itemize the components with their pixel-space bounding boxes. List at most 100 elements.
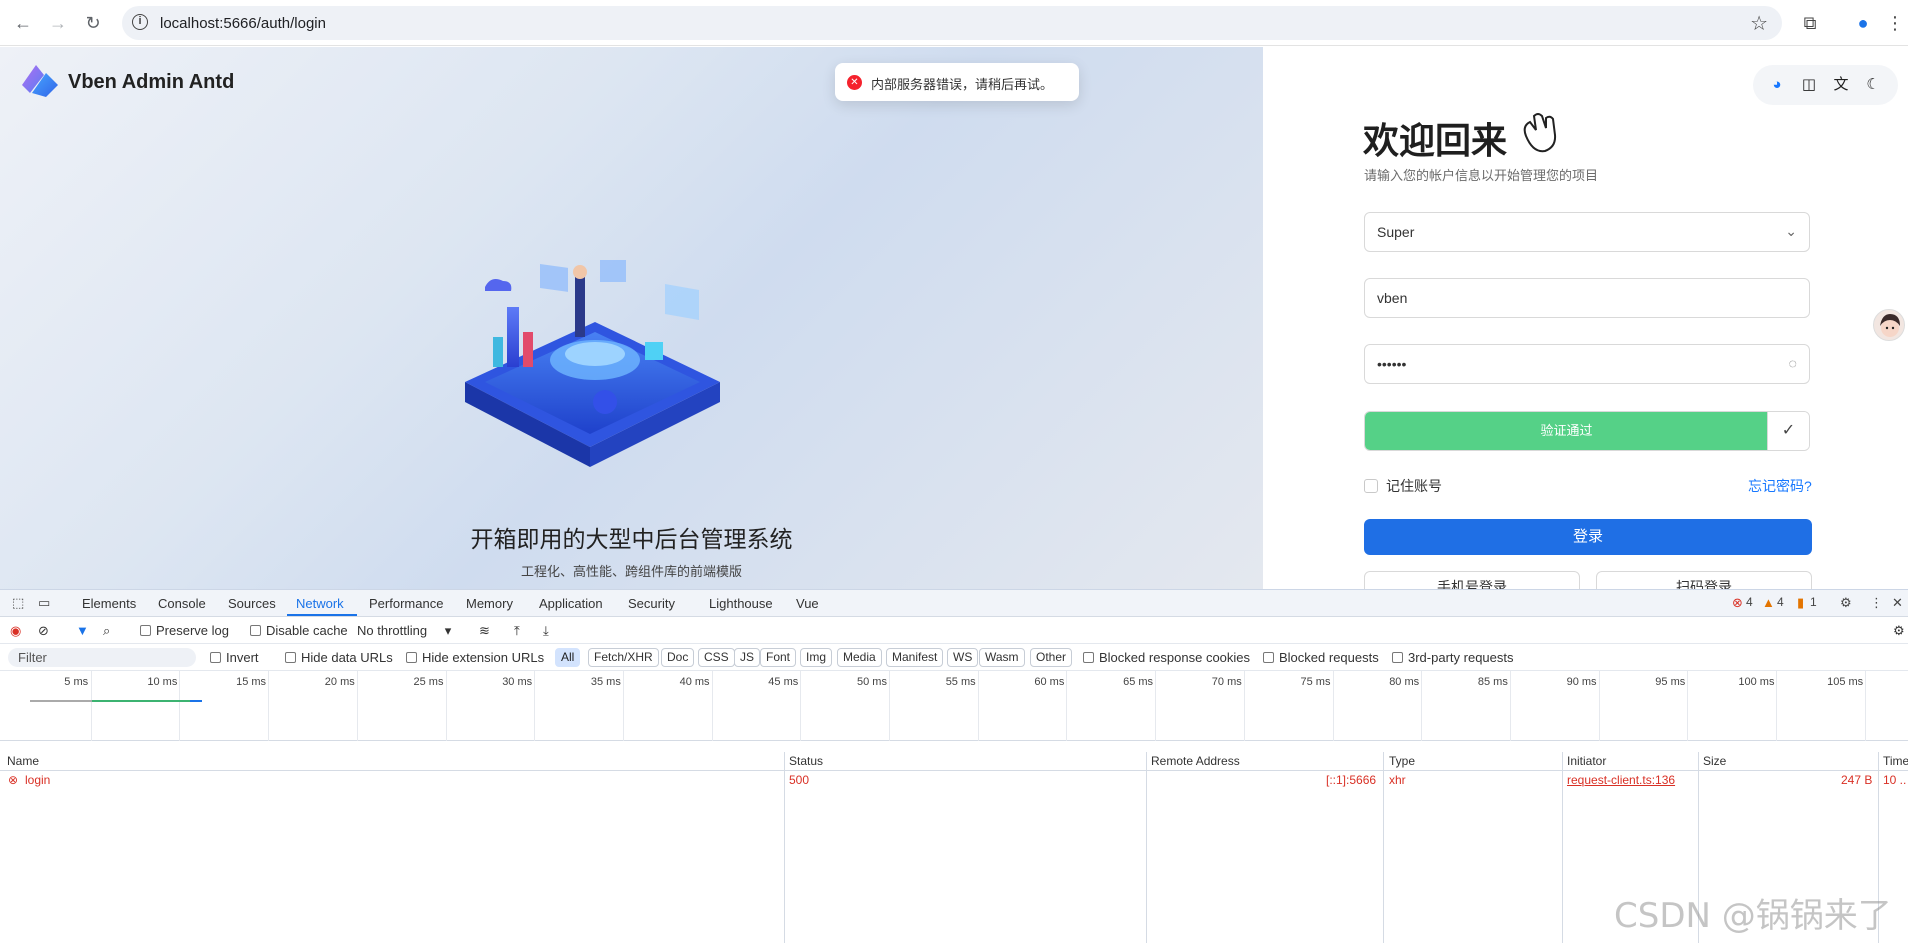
blocked-requests-checkbox[interactable]: Blocked requests bbox=[1263, 650, 1379, 665]
username-input[interactable]: vben bbox=[1364, 278, 1810, 318]
tab-vue[interactable]: Vue bbox=[796, 596, 819, 611]
devtools-more-icon[interactable]: ⋮ bbox=[1870, 595, 1883, 611]
tab-application[interactable]: Application bbox=[539, 596, 603, 611]
request-status: 500 bbox=[789, 773, 810, 787]
export-har-icon[interactable]: ⤓ bbox=[543, 623, 549, 639]
slider-captcha[interactable]: 验证通过 ✓ bbox=[1364, 411, 1810, 451]
login-button[interactable]: 登录 bbox=[1364, 519, 1812, 555]
type-filter-wasm[interactable]: Wasm bbox=[979, 648, 1025, 667]
preserve-log-checkbox[interactable]: Preserve log bbox=[140, 623, 229, 638]
inspect-element-icon[interactable]: ⬚ bbox=[12, 595, 24, 611]
type-filter-ws[interactable]: WS bbox=[947, 648, 979, 667]
account-select[interactable]: Super ⌄ bbox=[1364, 212, 1810, 252]
type-filter-doc[interactable]: Doc bbox=[661, 648, 695, 667]
tab-lighthouse[interactable]: Lighthouse bbox=[709, 596, 773, 611]
col-remote-address[interactable]: Remote Address bbox=[1151, 754, 1240, 768]
import-har-icon[interactable]: ⤒ bbox=[514, 623, 520, 639]
col-status[interactable]: Status bbox=[789, 754, 823, 768]
hide-data-urls-box[interactable] bbox=[285, 652, 296, 663]
tab-elements[interactable]: Elements bbox=[82, 596, 136, 611]
timeline-tick-label: 40 ms bbox=[679, 676, 710, 688]
clear-icon[interactable]: ⊘ bbox=[38, 623, 49, 639]
hide-data-urls-checkbox[interactable]: Hide data URLs bbox=[285, 650, 393, 665]
type-filter-js[interactable]: JS bbox=[734, 648, 761, 667]
filter-icon[interactable]: ▼ bbox=[76, 623, 89, 638]
third-party-box[interactable] bbox=[1392, 652, 1403, 663]
timeline-gridline bbox=[1776, 671, 1777, 741]
third-party-checkbox[interactable]: 3rd-party requests bbox=[1392, 650, 1514, 665]
col-initiator[interactable]: Initiator bbox=[1567, 754, 1606, 768]
palette-icon[interactable]: ◕ bbox=[1767, 75, 1787, 95]
address-bar[interactable]: i localhost:5666/auth/login ☆ bbox=[122, 6, 1782, 40]
tab-network[interactable]: Network bbox=[296, 596, 344, 611]
back-icon[interactable]: ← bbox=[10, 10, 36, 36]
record-icon[interactable]: ◉ bbox=[10, 623, 21, 639]
type-filter-media[interactable]: Media bbox=[837, 648, 882, 667]
disable-cache-box[interactable] bbox=[250, 625, 261, 636]
floating-avatar[interactable] bbox=[1873, 309, 1905, 341]
tab-console[interactable]: Console bbox=[158, 596, 206, 611]
toast-message: 内部服务器错误，请稍后再试。 bbox=[871, 77, 1054, 92]
type-filter-fetch[interactable]: Fetch/XHR bbox=[588, 648, 659, 667]
eye-off-icon[interactable]: ◌ bbox=[1789, 355, 1797, 371]
col-time[interactable]: Time bbox=[1883, 754, 1908, 768]
tab-performance[interactable]: Performance bbox=[369, 596, 443, 611]
request-initiator-link[interactable]: request-client.ts:136 bbox=[1567, 773, 1675, 787]
type-filter-manifest[interactable]: Manifest bbox=[886, 648, 944, 667]
blocked-cookies-box[interactable] bbox=[1083, 652, 1094, 663]
password-input[interactable]: •••••• ◌ bbox=[1364, 344, 1810, 384]
layout-icon[interactable]: ◫ bbox=[1799, 75, 1819, 95]
warning-count-icon[interactable]: ▲ bbox=[1762, 595, 1775, 610]
search-icon[interactable]: ⌕ bbox=[103, 623, 110, 639]
hide-ext-urls-box[interactable] bbox=[406, 652, 417, 663]
throttling-select[interactable]: No throttling ▾ bbox=[357, 623, 451, 639]
col-size[interactable]: Size bbox=[1703, 754, 1726, 768]
hide-ext-urls-checkbox[interactable]: Hide extension URLs bbox=[406, 650, 544, 665]
checkbox-box[interactable] bbox=[1364, 479, 1378, 493]
type-filter-img[interactable]: Img bbox=[800, 648, 833, 667]
invert-checkbox[interactable]: Invert bbox=[210, 650, 259, 665]
check-icon[interactable]: ✓ bbox=[1767, 412, 1809, 450]
menu-icon[interactable]: ⋮ bbox=[1882, 10, 1908, 36]
dark-mode-icon[interactable]: ☾ bbox=[1863, 75, 1883, 95]
login-page: Vben Admin Antd 开箱即用的大型中后台管理系统 工程化、高性能、跨… bbox=[0, 47, 1908, 589]
invert-box[interactable] bbox=[210, 652, 221, 663]
forgot-password-link[interactable]: 忘记密码? bbox=[1748, 476, 1812, 496]
col-name[interactable]: Name bbox=[7, 754, 39, 768]
csdn-watermark: CSDN @锅锅来了 bbox=[1614, 896, 1892, 936]
devtools-close-icon[interactable]: ✕ bbox=[1892, 595, 1903, 611]
tab-sources[interactable]: Sources bbox=[228, 596, 276, 611]
bookmark-star-icon[interactable]: ☆ bbox=[1750, 11, 1768, 36]
type-filter-css[interactable]: CSS bbox=[698, 648, 735, 667]
request-name[interactable]: login bbox=[25, 773, 50, 787]
remember-account-checkbox[interactable]: 记住账号 bbox=[1364, 476, 1442, 496]
issues-count-icon[interactable]: ▮ bbox=[1797, 595, 1804, 611]
site-info-icon[interactable]: i bbox=[132, 14, 148, 30]
tab-memory[interactable]: Memory bbox=[466, 596, 513, 611]
col-type[interactable]: Type bbox=[1389, 754, 1415, 768]
profile-icon[interactable]: ● bbox=[1850, 10, 1876, 36]
phone-login-button[interactable]: 手机号登录 bbox=[1364, 571, 1580, 589]
tab-security[interactable]: Security bbox=[628, 596, 675, 611]
extensions-icon[interactable]: ⧉ bbox=[1797, 10, 1823, 36]
network-timeline[interactable]: 5 ms 10 ms 15 ms 20 ms 25 ms 30 ms 35 ms 40 ms 4… bbox=[0, 671, 1908, 741]
type-filter-all[interactable]: All bbox=[555, 648, 581, 667]
type-filter-font[interactable]: Font bbox=[760, 648, 797, 667]
blocked-cookies-checkbox[interactable]: Blocked response cookies bbox=[1083, 650, 1250, 665]
network-settings-icon[interactable]: ⚙ bbox=[1893, 623, 1905, 639]
blocked-requests-box[interactable] bbox=[1263, 652, 1274, 663]
filter-input[interactable]: Filter bbox=[8, 648, 196, 667]
devtools-settings-icon[interactable]: ⚙ bbox=[1840, 595, 1852, 611]
reload-icon[interactable]: ↻ bbox=[80, 10, 106, 36]
type-filter-other[interactable]: Other bbox=[1030, 648, 1073, 667]
dashboard-illustration bbox=[465, 260, 720, 467]
error-count-icon[interactable]: ⊗ bbox=[1732, 595, 1743, 611]
forward-icon[interactable]: → bbox=[45, 10, 71, 36]
network-conditions-icon[interactable]: ≋ bbox=[479, 623, 490, 639]
qrcode-login-button[interactable]: 扫码登录 bbox=[1596, 571, 1812, 589]
translate-icon[interactable]: 文 bbox=[1831, 75, 1851, 95]
device-toolbar-icon[interactable]: ▭ bbox=[38, 595, 50, 611]
preserve-log-box[interactable] bbox=[140, 625, 151, 636]
disable-cache-checkbox[interactable]: Disable cache bbox=[250, 623, 348, 638]
table-row[interactable]: ⊗ login 500 [::1]:5666 xhr request-clien… bbox=[0, 771, 1908, 790]
